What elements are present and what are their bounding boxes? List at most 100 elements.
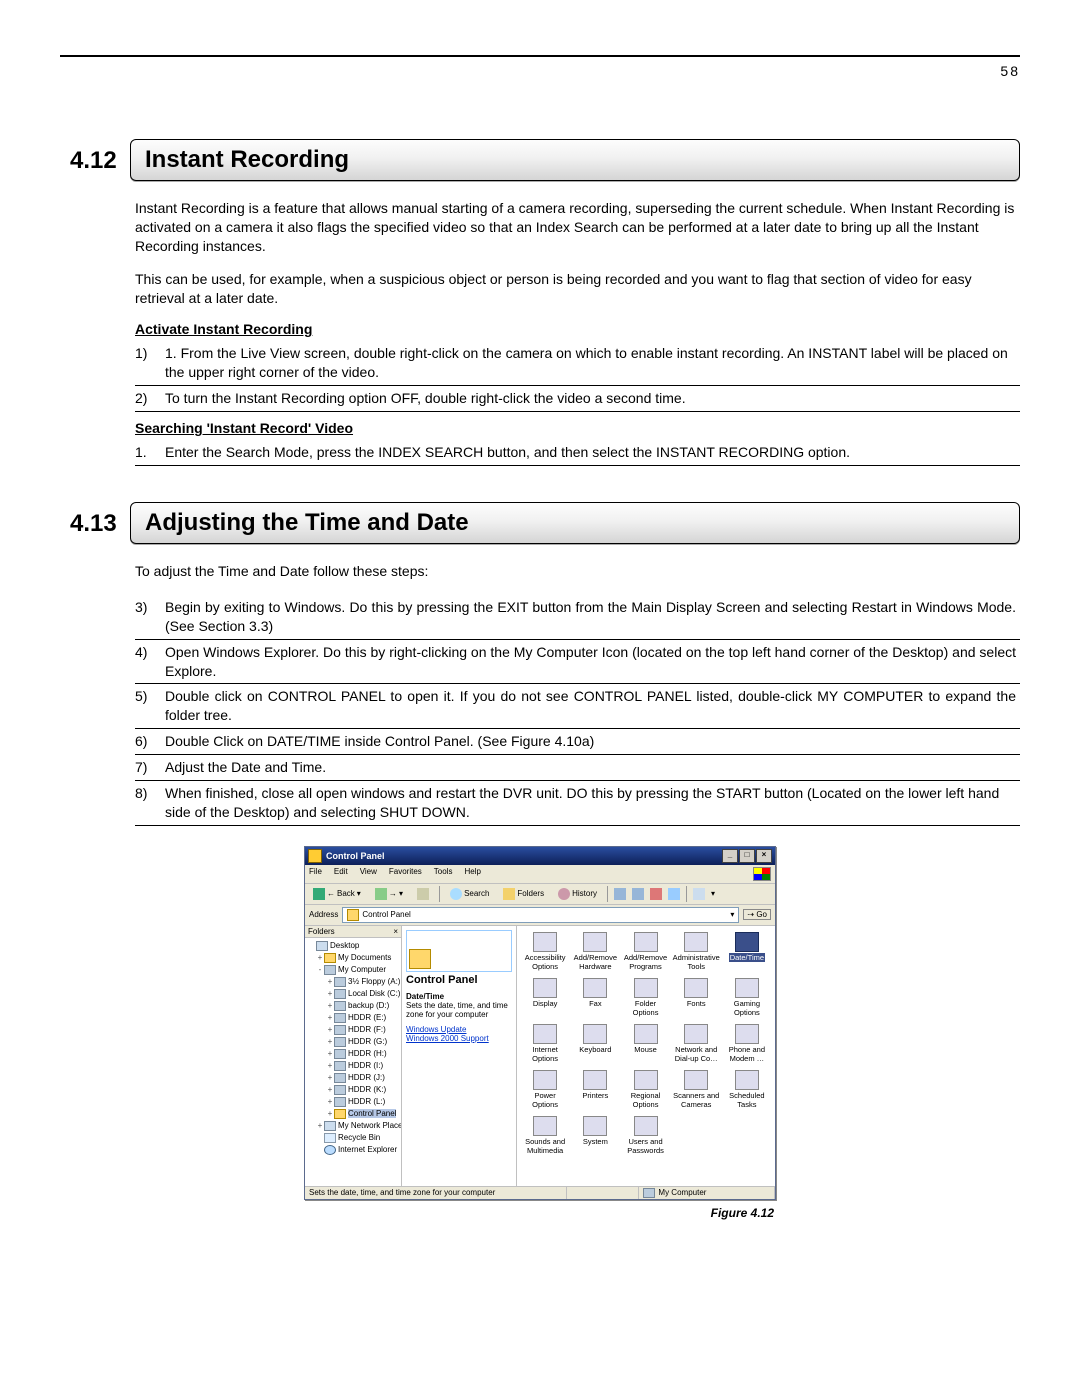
folders-button[interactable]: Folders <box>499 886 548 902</box>
control-panel-item[interactable]: Scheduled Tasks <box>723 1070 771 1114</box>
tree-expander[interactable]: + <box>316 1120 324 1132</box>
applet-icon <box>684 1070 708 1090</box>
tree-item[interactable]: +My Documents <box>308 952 401 964</box>
menu-favorites[interactable]: Favorites <box>389 867 422 881</box>
link-windows-2000-support[interactable]: Windows 2000 Support <box>406 1034 512 1043</box>
control-panel-item[interactable]: Mouse <box>621 1024 669 1068</box>
applet-icon <box>684 978 708 998</box>
address-field[interactable]: Control Panel ▾ <box>342 907 739 923</box>
menu-view[interactable]: View <box>360 867 377 881</box>
close-button[interactable]: × <box>756 849 772 863</box>
tree-item[interactable]: Desktop <box>308 940 401 952</box>
tree-item-label: Local Disk (C:) <box>348 989 400 998</box>
tree-item[interactable]: +backup (D:) <box>308 1000 401 1012</box>
control-panel-item[interactable]: Users and Passwords <box>621 1116 669 1160</box>
drive-icon <box>334 1085 346 1095</box>
menu-edit[interactable]: Edit <box>334 867 348 881</box>
control-panel-item[interactable]: Fax <box>571 978 619 1022</box>
control-panel-item[interactable]: Accessibility Options <box>521 932 569 976</box>
go-button[interactable]: ⇢ Go <box>743 909 771 920</box>
step-list: 1) 1. From the Live View screen, double … <box>135 341 1020 412</box>
control-panel-item[interactable]: Keyboard <box>571 1024 619 1068</box>
link-windows-update[interactable]: Windows Update <box>406 1025 512 1034</box>
control-panel-item[interactable]: Display <box>521 978 569 1022</box>
control-panel-item[interactable]: Folder Options <box>621 978 669 1022</box>
tree-expander[interactable]: + <box>326 1108 334 1120</box>
tree-expander[interactable]: + <box>326 1096 334 1108</box>
tree-item[interactable]: Internet Explorer <box>308 1144 401 1156</box>
applet-icon <box>634 1024 658 1044</box>
tree-item[interactable]: +HDDR (G:) <box>308 1036 401 1048</box>
tree-item[interactable]: + Local Disk (C:) <box>308 988 401 1000</box>
tree-expander[interactable]: - <box>316 964 324 976</box>
back-button[interactable]: ← Back ▾ <box>309 886 365 902</box>
tree-expander[interactable]: + <box>326 1000 334 1012</box>
tree-expander[interactable]: + <box>326 976 334 988</box>
applet-icon <box>634 1070 658 1090</box>
status-location: My Computer <box>639 1187 775 1199</box>
tree-item[interactable]: +HDDR (J:) <box>308 1072 401 1084</box>
tree-item[interactable]: +HDDR (L:) <box>308 1096 401 1108</box>
control-panel-item[interactable]: Regional Options <box>621 1070 669 1114</box>
applet-icon <box>735 978 759 998</box>
tree-expander[interactable]: + <box>316 952 324 964</box>
window-titlebar[interactable]: Control Panel _ □ × <box>305 847 775 865</box>
tree-item[interactable]: +Control Panel <box>308 1108 401 1120</box>
control-panel-item[interactable]: Network and Dial-up Co… <box>672 1024 721 1068</box>
tree-expander[interactable]: + <box>326 1072 334 1084</box>
tree-item[interactable]: +HDDR (H:) <box>308 1048 401 1060</box>
control-panel-item[interactable]: System <box>571 1116 619 1160</box>
control-panel-item[interactable]: Phone and Modem … <box>723 1024 771 1068</box>
tree-expander[interactable]: + <box>326 1036 334 1048</box>
tree-expander[interactable]: + <box>326 1012 334 1024</box>
views-icon[interactable] <box>693 888 705 900</box>
folders-tree: Folders × Desktop+My Documents-My Comput… <box>305 926 402 1186</box>
history-button[interactable]: History <box>554 886 601 902</box>
control-panel-item[interactable]: Sounds and Multimedia <box>521 1116 569 1160</box>
control-panel-item[interactable]: Add/Remove Programs <box>621 932 669 976</box>
tree-item[interactable]: +HDDR (K:) <box>308 1084 401 1096</box>
tree-item[interactable]: +My Network Places <box>308 1120 401 1132</box>
minimize-button[interactable]: _ <box>722 849 738 863</box>
menu-file[interactable]: File <box>309 867 322 881</box>
control-panel-item[interactable]: Date/Time <box>723 932 771 976</box>
step-row: 1. Enter the Search Mode, press the INDE… <box>135 440 1020 465</box>
control-panel-item[interactable]: Scanners and Cameras <box>672 1070 721 1114</box>
tree-item[interactable]: -My Computer <box>308 964 401 976</box>
search-button[interactable]: Search <box>446 886 493 902</box>
step-text: Open Windows Explorer. Do this by right-… <box>165 639 1020 684</box>
tree-expander[interactable]: + <box>326 1060 334 1072</box>
tree-item[interactable]: +3½ Floppy (A:) <box>308 976 401 988</box>
tree-expander[interactable]: + <box>326 988 334 1000</box>
control-panel-item[interactable]: Power Options <box>521 1070 569 1114</box>
forward-button[interactable]: → ▾ <box>371 886 407 902</box>
menu-tools[interactable]: Tools <box>434 867 453 881</box>
control-panel-item[interactable]: Add/Remove Hardware <box>571 932 619 976</box>
section-title: Instant Recording <box>130 139 1020 181</box>
back-label: Back <box>337 889 355 898</box>
tree-expander[interactable]: + <box>326 1048 334 1060</box>
tree-item[interactable]: +HDDR (I:) <box>308 1060 401 1072</box>
close-folders-pane[interactable]: × <box>393 927 398 936</box>
control-panel-item[interactable]: Printers <box>571 1070 619 1114</box>
tree-expander[interactable]: + <box>326 1024 334 1036</box>
tree-expander[interactable]: + <box>326 1084 334 1096</box>
applet-label: Regional Options <box>621 1091 669 1109</box>
step-row: 2) To turn the Instant Recording option … <box>135 386 1020 412</box>
maximize-button[interactable]: □ <box>739 849 755 863</box>
tree-item[interactable]: Recycle Bin <box>308 1132 401 1144</box>
folders-label: Folders <box>517 889 544 898</box>
tree-item[interactable]: +HDDR (F:) <box>308 1024 401 1036</box>
up-button[interactable] <box>413 886 433 902</box>
menu-help[interactable]: Help <box>464 867 480 881</box>
control-panel-item[interactable]: Administrative Tools <box>672 932 721 976</box>
control-panel-item[interactable]: Internet Options <box>521 1024 569 1068</box>
tree-item[interactable]: +HDDR (E:) <box>308 1012 401 1024</box>
move-to-icon[interactable] <box>614 888 626 900</box>
window-title: Control Panel <box>326 851 385 861</box>
undo-icon[interactable] <box>668 888 680 900</box>
control-panel-item[interactable]: Gaming Options <box>723 978 771 1022</box>
control-panel-item[interactable]: Fonts <box>672 978 721 1022</box>
delete-icon[interactable] <box>650 888 662 900</box>
copy-to-icon[interactable] <box>632 888 644 900</box>
